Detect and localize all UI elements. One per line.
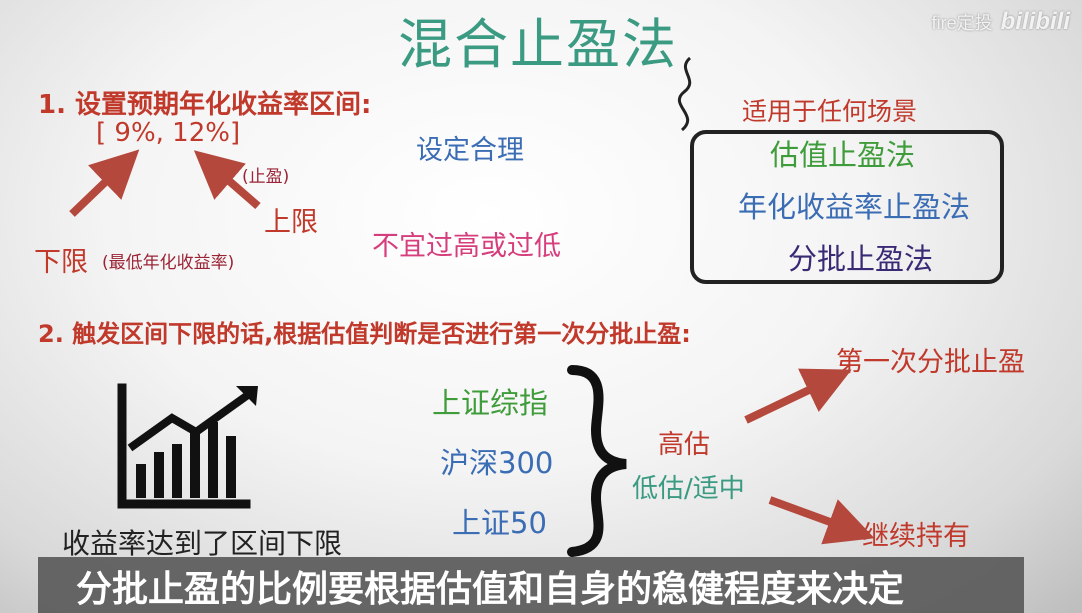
subtitle-text: 分批止盈的比例要根据估值和自身的稳健程度来决定 (76, 569, 905, 610)
arrow-keep-icon (768, 496, 875, 545)
growth-chart-icon (117, 383, 258, 509)
diagram-drawings (69, 56, 875, 557)
arrow-upper-icon (193, 150, 261, 210)
arrow-first-batch-icon (744, 368, 852, 424)
brace-icon (567, 365, 627, 557)
squiggle-icon (677, 56, 692, 132)
arrow-lower-icon (69, 149, 140, 217)
